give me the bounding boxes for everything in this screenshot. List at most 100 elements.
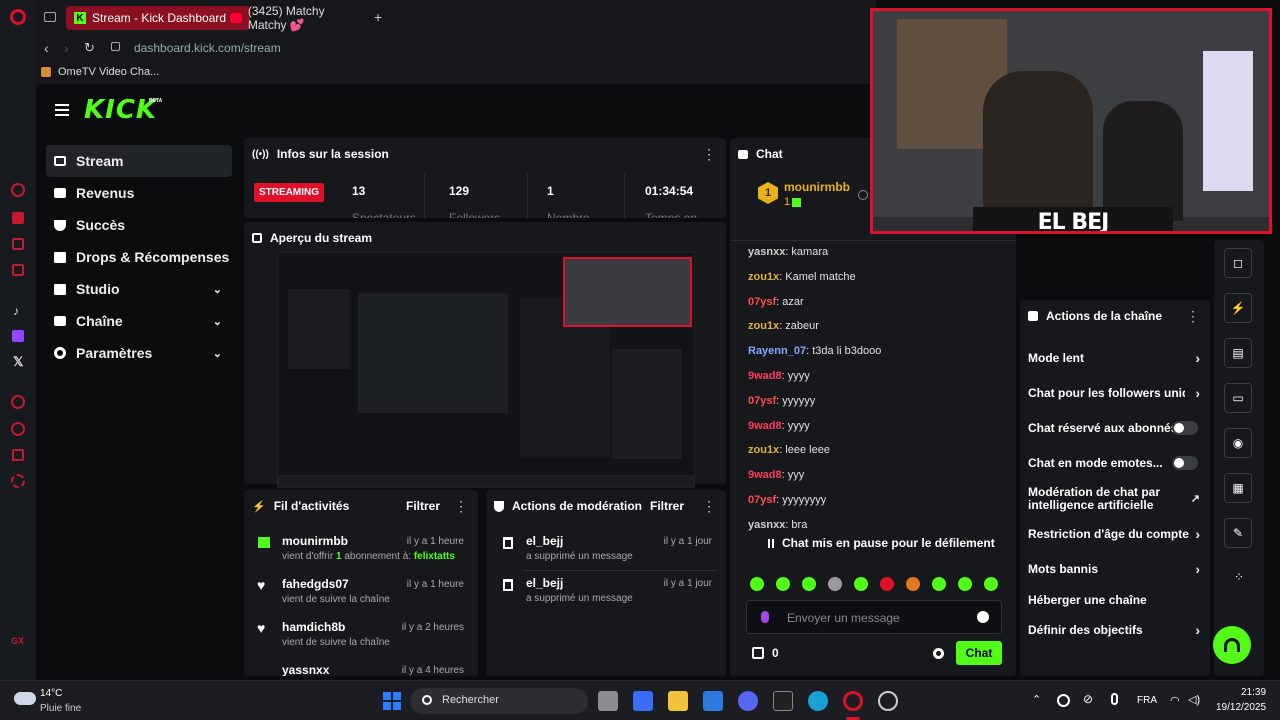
sidebar-item-chaine[interactable]: Chaîne ⌄ xyxy=(46,305,232,337)
new-tab-button[interactable]: + xyxy=(374,9,382,25)
file-explorer-icon[interactable] xyxy=(668,691,688,711)
clock-time[interactable]: 21:39 xyxy=(1241,687,1266,698)
sidebar-item-parametres[interactable]: Paramètres ⌄ xyxy=(46,337,232,369)
windows-start-icon[interactable] xyxy=(383,692,401,710)
activity-user[interactable]: fahedgds07 xyxy=(282,577,349,591)
layout-tool-button[interactable]: ▦ xyxy=(1224,473,1252,503)
emote-mode-toggle[interactable] xyxy=(1172,456,1198,470)
extensions-icon[interactable] xyxy=(12,449,24,461)
wifi-icon[interactable]: ◠ xyxy=(1170,694,1180,707)
kick-logo[interactable]: KICK xyxy=(84,95,157,125)
opera-gx-icon[interactable] xyxy=(843,691,863,711)
chat-username[interactable]: Rayenn_07 xyxy=(748,345,806,357)
opera-logo-icon[interactable] xyxy=(10,9,26,25)
chat-username[interactable]: 07ysf xyxy=(748,395,776,407)
messenger-icon[interactable] xyxy=(12,238,24,250)
activity-user[interactable]: yassnxx xyxy=(282,663,329,676)
chat-settings-icon[interactable] xyxy=(933,648,944,659)
subs-only-toggle[interactable] xyxy=(1172,421,1198,435)
tiktok-icon[interactable]: ♪ xyxy=(13,304,19,318)
gx-icon[interactable]: GX xyxy=(11,636,24,646)
emote-icon[interactable] xyxy=(854,577,868,591)
twitch-icon[interactable] xyxy=(12,330,24,342)
action-ai-moderation[interactable]: Modération de chat par intelligence arti… xyxy=(1028,481,1204,517)
sidebar-item-revenus[interactable]: Revenus xyxy=(46,177,232,209)
sidebar-item-studio[interactable]: Studio ⌄ xyxy=(46,273,232,305)
chat-username[interactable]: zou1x xyxy=(748,444,779,456)
tab-youtube[interactable]: (3425) Matchy Matchy 💕 xyxy=(222,4,372,32)
chat-username[interactable]: zou1x xyxy=(748,271,779,283)
bookmark-ometv[interactable]: OmeTV Video Cha... xyxy=(58,66,159,78)
more-options-icon[interactable]: ⋮ xyxy=(454,499,468,513)
history-icon[interactable] xyxy=(11,183,25,197)
emote-icon[interactable] xyxy=(932,577,946,591)
sidebar-item-drops[interactable]: Drops & Récompenses xyxy=(46,241,232,273)
app-icon[interactable] xyxy=(878,691,898,711)
back-icon[interactable]: ‹ xyxy=(44,40,49,56)
sidebar-item-succes[interactable]: Succès xyxy=(46,209,232,241)
aria-icon[interactable] xyxy=(12,212,24,224)
more-options-icon[interactable]: ⋮ xyxy=(702,499,716,513)
action-host-channel[interactable]: Héberger une chaîne xyxy=(1028,585,1204,615)
activity-user[interactable]: hamdich8b xyxy=(282,620,345,634)
action-emote-mode[interactable]: Chat en mode emotes... xyxy=(1028,448,1204,478)
chat-username[interactable]: yasnxx xyxy=(748,519,785,531)
action-followers-only[interactable]: Chat pour les followers uniquement › xyxy=(1028,378,1204,408)
moderator-name[interactable]: el_bejj xyxy=(526,576,563,590)
chat-username[interactable]: 9wad8 xyxy=(748,420,782,432)
emote-icon[interactable] xyxy=(802,577,816,591)
chat-username[interactable]: yasnxx xyxy=(748,246,785,258)
flash-tool-button[interactable]: ⚡ xyxy=(1224,293,1252,323)
support-button[interactable] xyxy=(1213,626,1251,664)
mic-icon[interactable] xyxy=(761,611,769,623)
broadcast-tool-button[interactable]: ◉ xyxy=(1224,428,1252,458)
clock-icon[interactable] xyxy=(11,422,25,436)
edge-icon[interactable] xyxy=(808,691,828,711)
activity-user[interactable]: mounirmbb xyxy=(282,534,348,548)
emote-icon[interactable] xyxy=(776,577,790,591)
activity-filter-button[interactable]: Filtrer xyxy=(406,499,440,513)
emoji-icon[interactable] xyxy=(977,611,989,623)
settings-icon[interactable] xyxy=(11,474,25,488)
chat-input[interactable]: Envoyer un message xyxy=(746,600,1002,634)
chat-paused-banner[interactable]: Chat mis en pause pour le défilement xyxy=(754,533,1016,553)
sidebar-item-stream[interactable]: Stream xyxy=(46,145,232,177)
info-icon[interactable] xyxy=(858,190,868,200)
x-icon[interactable]: 𝕏 xyxy=(13,354,23,370)
hamburger-menu-icon[interactable] xyxy=(55,104,69,116)
chat-username[interactable]: zou1x xyxy=(748,320,779,332)
task-view-icon[interactable] xyxy=(598,691,618,711)
notes-tool-button[interactable]: ▤ xyxy=(1224,338,1252,368)
wrench-tool-button[interactable]: ✎ xyxy=(1224,518,1252,548)
mic-tray-icon[interactable] xyxy=(1111,693,1118,705)
more-options-icon[interactable]: ⋮ xyxy=(1186,309,1200,323)
chat-username[interactable]: 9wad8 xyxy=(748,370,782,382)
epic-games-icon[interactable] xyxy=(773,691,793,711)
taskbar-search[interactable]: Rechercher xyxy=(410,688,588,714)
stream-preview-video[interactable] xyxy=(277,252,695,488)
url-field[interactable]: dashboard.kick.com/stream xyxy=(134,41,281,55)
forward-icon[interactable]: › xyxy=(64,40,69,56)
emote-icon[interactable] xyxy=(750,577,764,591)
gmail-icon[interactable] xyxy=(12,264,24,276)
discord-icon[interactable] xyxy=(738,691,758,711)
action-age-restriction[interactable]: Restriction d'âge du compte › xyxy=(1028,519,1204,549)
muted-icon[interactable]: ⊘ xyxy=(1083,692,1093,706)
language-indicator[interactable]: FRA xyxy=(1137,695,1157,706)
reload-icon[interactable]: ↻ xyxy=(84,40,95,56)
app-icon[interactable] xyxy=(633,691,653,711)
camera-tool-button[interactable]: ◻ xyxy=(1224,248,1252,278)
emote-icon[interactable] xyxy=(958,577,972,591)
emote-icon[interactable] xyxy=(984,577,998,591)
more-tools-icon[interactable]: ⁘ xyxy=(1234,570,1244,584)
chat-tool-button[interactable]: ▭ xyxy=(1224,383,1252,413)
moderator-name[interactable]: el_bejj xyxy=(526,534,563,548)
moderation-filter-button[interactable]: Filtrer xyxy=(650,499,684,513)
send-chat-button[interactable]: Chat xyxy=(956,641,1002,665)
gifter-name[interactable]: mounirmbb xyxy=(784,180,850,194)
action-subs-only[interactable]: Chat réservé aux abonnés xyxy=(1028,413,1204,443)
clock-date[interactable]: 19/12/2025 xyxy=(1216,702,1266,713)
more-options-icon[interactable]: ⋮ xyxy=(702,147,716,161)
tab-list-icon[interactable] xyxy=(44,12,56,22)
action-slow-mode[interactable]: Mode lent › xyxy=(1028,343,1204,373)
